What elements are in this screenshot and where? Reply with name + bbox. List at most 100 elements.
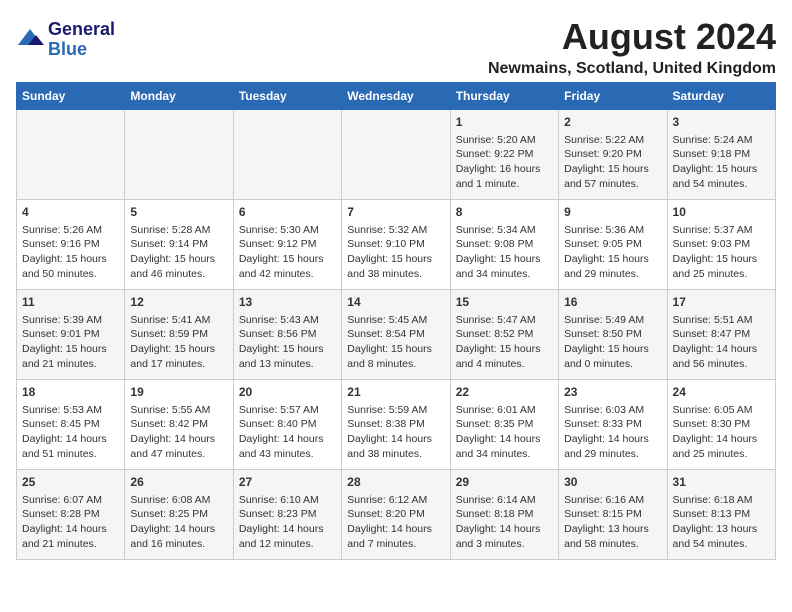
day-number: 7 <box>347 204 444 221</box>
day-number: 2 <box>564 114 661 131</box>
daylight-info: Daylight: 14 hours <box>347 432 444 447</box>
table-row: 15Sunrise: 5:47 AMSunset: 8:52 PMDayligh… <box>450 290 558 380</box>
col-saturday: Saturday <box>667 83 775 110</box>
table-row: 9Sunrise: 5:36 AMSunset: 9:05 PMDaylight… <box>559 200 667 290</box>
daylight-info: Daylight: 14 hours <box>239 432 336 447</box>
table-row: 31Sunrise: 6:18 AMSunset: 8:13 PMDayligh… <box>667 470 775 560</box>
sunset-info: Sunset: 9:18 PM <box>673 147 770 162</box>
day-number: 8 <box>456 204 553 221</box>
daylight-continuation: and 1 minute. <box>456 177 553 192</box>
daylight-continuation: and 21 minutes. <box>22 537 119 552</box>
col-sunday: Sunday <box>17 83 125 110</box>
table-row: 29Sunrise: 6:14 AMSunset: 8:18 PMDayligh… <box>450 470 558 560</box>
sunrise-info: Sunrise: 6:03 AM <box>564 403 661 418</box>
sunrise-info: Sunrise: 5:55 AM <box>130 403 227 418</box>
daylight-info: Daylight: 14 hours <box>673 342 770 357</box>
table-row: 30Sunrise: 6:16 AMSunset: 8:15 PMDayligh… <box>559 470 667 560</box>
daylight-info: Daylight: 15 hours <box>239 342 336 357</box>
day-number: 30 <box>564 474 661 491</box>
sunrise-info: Sunrise: 5:53 AM <box>22 403 119 418</box>
calendar-week-row: 11Sunrise: 5:39 AMSunset: 9:01 PMDayligh… <box>17 290 776 380</box>
daylight-continuation: and 13 minutes. <box>239 357 336 372</box>
sunrise-info: Sunrise: 6:08 AM <box>130 493 227 508</box>
day-number: 22 <box>456 384 553 401</box>
table-row: 3Sunrise: 5:24 AMSunset: 9:18 PMDaylight… <box>667 110 775 200</box>
table-row: 13Sunrise: 5:43 AMSunset: 8:56 PMDayligh… <box>233 290 341 380</box>
table-row: 4Sunrise: 5:26 AMSunset: 9:16 PMDaylight… <box>17 200 125 290</box>
table-row: 20Sunrise: 5:57 AMSunset: 8:40 PMDayligh… <box>233 380 341 470</box>
sunrise-info: Sunrise: 5:43 AM <box>239 313 336 328</box>
day-number: 6 <box>239 204 336 221</box>
sunset-info: Sunset: 9:08 PM <box>456 237 553 252</box>
daylight-info: Daylight: 14 hours <box>239 522 336 537</box>
daylight-info: Daylight: 15 hours <box>673 252 770 267</box>
sunset-info: Sunset: 8:18 PM <box>456 507 553 522</box>
table-row <box>233 110 341 200</box>
sunset-info: Sunset: 8:35 PM <box>456 417 553 432</box>
daylight-continuation: and 56 minutes. <box>673 357 770 372</box>
sunrise-info: Sunrise: 5:41 AM <box>130 313 227 328</box>
table-row: 23 Sunrise: 6:03 AMSunset: 8:33 PMDayligh… <box>559 380 667 470</box>
daylight-info: Daylight: 15 hours <box>22 252 119 267</box>
subtitle: Newmains, Scotland, United Kingdom <box>488 60 776 78</box>
sunset-info: Sunset: 8:42 PM <box>130 417 227 432</box>
sunrise-info: Sunrise: 5:51 AM <box>673 313 770 328</box>
sunset-info: Sunset: 8:54 PM <box>347 327 444 342</box>
table-row: 17Sunrise: 5:51 AMSunset: 8:47 PMDayligh… <box>667 290 775 380</box>
col-friday: Friday <box>559 83 667 110</box>
daylight-continuation: and 25 minutes. <box>673 447 770 462</box>
table-row: 28Sunrise: 6:12 AMSunset: 8:20 PMDayligh… <box>342 470 450 560</box>
daylight-continuation: and 51 minutes. <box>22 447 119 462</box>
sunset-info: Sunset: 9:03 PM <box>673 237 770 252</box>
day-number: 29 <box>456 474 553 491</box>
sunset-info: Sunset: 8:33 PM <box>564 417 661 432</box>
day-number: 20 <box>239 384 336 401</box>
table-row: 8Sunrise: 5:34 AMSunset: 9:08 PMDaylight… <box>450 200 558 290</box>
daylight-continuation: and 57 minutes. <box>564 177 661 192</box>
calendar-week-row: 18Sunrise: 5:53 AMSunset: 8:45 PMDayligh… <box>17 380 776 470</box>
sunset-info: Sunset: 9:20 PM <box>564 147 661 162</box>
day-number: 11 <box>22 294 119 311</box>
daylight-info: Daylight: 15 hours <box>564 342 661 357</box>
calendar-week-row: 1Sunrise: 5:20 AMSunset: 9:22 PMDaylight… <box>17 110 776 200</box>
daylight-info: Daylight: 13 hours <box>564 522 661 537</box>
day-number: 23 <box>564 384 661 401</box>
daylight-info: Daylight: 14 hours <box>22 522 119 537</box>
day-number: 16 <box>564 294 661 311</box>
table-row <box>342 110 450 200</box>
day-number: 9 <box>564 204 661 221</box>
day-number: 3 <box>673 114 770 131</box>
sunrise-info: Sunrise: 5:22 AM <box>564 133 661 148</box>
sunset-info: Sunset: 8:15 PM <box>564 507 661 522</box>
main-title: August 2024 <box>488 16 776 58</box>
sunrise-info: Sunrise: 6:01 AM <box>456 403 553 418</box>
daylight-continuation: and 43 minutes. <box>239 447 336 462</box>
daylight-info: Daylight: 14 hours <box>564 432 661 447</box>
daylight-info: Daylight: 15 hours <box>673 162 770 177</box>
day-number: 18 <box>22 384 119 401</box>
sunrise-info: Sunrise: 6:05 AM <box>673 403 770 418</box>
sunset-info: Sunset: 9:05 PM <box>564 237 661 252</box>
title-block: August 2024 Newmains, Scotland, United K… <box>488 16 776 78</box>
day-number: 28 <box>347 474 444 491</box>
daylight-continuation: and 16 minutes. <box>130 537 227 552</box>
sunset-info: Sunset: 9:01 PM <box>22 327 119 342</box>
daylight-continuation: and 4 minutes. <box>456 357 553 372</box>
sunrise-info: Sunrise: 5:49 AM <box>564 313 661 328</box>
day-number: 24 <box>673 384 770 401</box>
day-number: 21 <box>347 384 444 401</box>
logo: General Blue <box>16 20 115 60</box>
daylight-info: Daylight: 15 hours <box>564 162 661 177</box>
day-number: 1 <box>456 114 553 131</box>
day-number: 12 <box>130 294 227 311</box>
daylight-continuation: and 3 minutes. <box>456 537 553 552</box>
sunset-info: Sunset: 8:25 PM <box>130 507 227 522</box>
daylight-info: Daylight: 15 hours <box>347 342 444 357</box>
sunset-info: Sunset: 9:14 PM <box>130 237 227 252</box>
table-row: 6Sunrise: 5:30 AMSunset: 9:12 PMDaylight… <box>233 200 341 290</box>
daylight-continuation: and 54 minutes. <box>673 177 770 192</box>
table-row: 11Sunrise: 5:39 AMSunset: 9:01 PMDayligh… <box>17 290 125 380</box>
table-row: 18Sunrise: 5:53 AMSunset: 8:45 PMDayligh… <box>17 380 125 470</box>
table-row: 26Sunrise: 6:08 AMSunset: 8:25 PMDayligh… <box>125 470 233 560</box>
table-row <box>125 110 233 200</box>
